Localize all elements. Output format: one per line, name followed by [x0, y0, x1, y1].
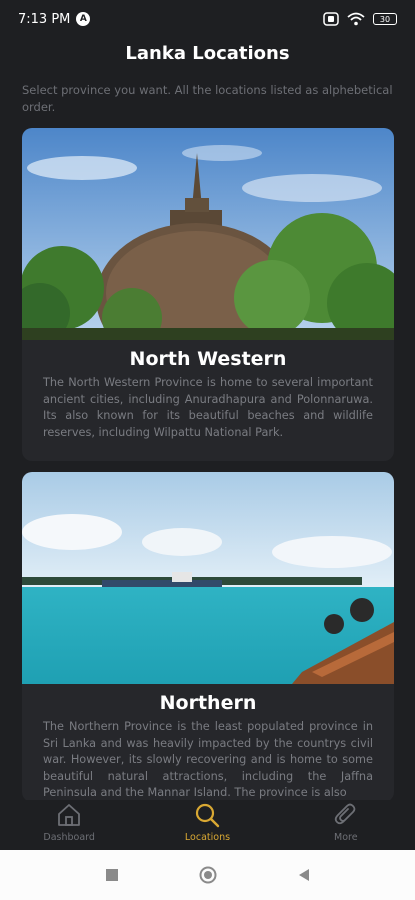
- search-icon: [196, 803, 220, 828]
- home-icon: [58, 804, 81, 826]
- status-bar: 7:13 PM A 30: [0, 0, 415, 38]
- nav-label: Dashboard: [43, 832, 95, 843]
- page-title: Lanka Locations: [125, 43, 290, 64]
- province-card-north-western[interactable]: North Western The North Western Province…: [22, 128, 394, 461]
- system-navigation-bar: [0, 850, 415, 900]
- paperclip-icon: [334, 803, 356, 825]
- province-name: North Western: [129, 348, 287, 370]
- page-subtitle: Select province you want. All the locati…: [22, 83, 393, 114]
- vibrate-icon: [323, 12, 339, 26]
- nav-label: Locations: [184, 832, 231, 843]
- status-right: 30: [323, 12, 397, 26]
- wifi-icon: [347, 12, 365, 26]
- status-left: 7:13 PM A: [18, 11, 91, 27]
- nav-item-locations[interactable]: Locations: [157, 800, 257, 850]
- battery-icon: 30: [373, 13, 397, 25]
- notification-badge-icon: A: [76, 12, 91, 26]
- province-card-northern[interactable]: Northern The Northern Province is the le…: [22, 472, 394, 802]
- nav-label: More: [334, 832, 358, 843]
- province-image-north-western: [22, 128, 394, 340]
- home-circle-icon[interactable]: [199, 866, 217, 884]
- recents-icon[interactable]: [105, 868, 119, 882]
- province-description: The Northern Province is the least popul…: [43, 720, 373, 799]
- province-description: The North Western Province is home to se…: [43, 376, 373, 439]
- bottom-navigation: Dashboard Locations More: [0, 800, 415, 850]
- nav-item-more[interactable]: More: [296, 800, 396, 850]
- province-image-northern: [22, 472, 394, 684]
- status-time: 7:13 PM: [18, 11, 71, 27]
- province-name: Northern: [159, 692, 257, 714]
- nav-item-dashboard[interactable]: Dashboard: [19, 800, 119, 850]
- back-icon[interactable]: [297, 868, 311, 882]
